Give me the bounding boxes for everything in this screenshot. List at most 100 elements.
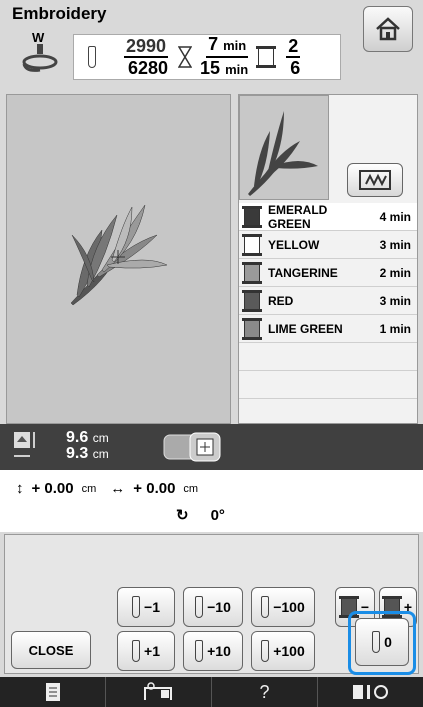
frame-trace-icon (359, 170, 391, 190)
spool-lime-icon (242, 317, 262, 340)
needle-icon (132, 596, 141, 618)
color-total: 6 (290, 58, 301, 78)
help-icon: ? (259, 681, 270, 702)
time-total: 15 (200, 58, 221, 78)
color-name: TANGERINE (268, 265, 338, 280)
stitch-current: 2990 (124, 36, 169, 58)
btn-label: +100 (273, 643, 305, 659)
color-counter: 2 6 (286, 36, 301, 78)
size-unit-w: cm (92, 447, 109, 461)
color-name: LIME GREEN (268, 321, 343, 336)
size-height: 9.6 (66, 429, 89, 446)
settings-icon (352, 685, 388, 699)
plus-10-button[interactable]: +10 (183, 631, 243, 671)
minus-1-button[interactable]: −1 (117, 587, 175, 627)
btn-label: −10 (207, 599, 231, 615)
vertical-offset: + 0.00 (31, 480, 74, 497)
stitch-frame-button[interactable] (347, 163, 403, 197)
color-panel: EMERALD GREEN 4 min YELLOW 3 min TANGERI… (238, 94, 418, 427)
btn-label: −100 (273, 599, 305, 615)
color-row-4[interactable]: RED 3 min (239, 287, 417, 315)
color-current: 2 (286, 36, 301, 58)
embroidery-screen: Embroidery W 2990 6280 7 min 15 min 2 6 … (0, 0, 423, 707)
home-icon (376, 17, 400, 41)
home-button[interactable] (363, 6, 413, 52)
plus-1-button[interactable]: +1 (117, 631, 175, 671)
angle-row: ↻ 0° (176, 506, 225, 525)
color-time: 4 min (379, 209, 411, 224)
sewing-machine-button[interactable] (106, 677, 212, 707)
color-time: 1 min (379, 321, 411, 336)
minus-10-button[interactable]: −10 (183, 587, 243, 627)
foot-label: W (32, 30, 45, 45)
status-strip: W 2990 6280 7 min 15 min 2 6 (8, 30, 342, 84)
time-counter: 7 min 15 min (200, 34, 249, 80)
document-icon (45, 683, 60, 701)
settings-button[interactable] (318, 677, 423, 707)
design-size: 9.6 cm 9.3 cm (66, 430, 109, 462)
offset-row: ↕ + 0.00 cm ↔ + 0.00 cm (16, 480, 198, 497)
horizontal-arrow-icon: ↔ (110, 480, 126, 497)
color-row-empty (239, 371, 417, 399)
color-name: RED (268, 293, 294, 308)
leaf-design-image (70, 204, 168, 306)
presser-foot-icon: W (18, 30, 62, 76)
manual-button[interactable] (0, 677, 106, 707)
reset-to-zero-button[interactable]: 0 (355, 618, 409, 666)
thread-spool-icon (256, 46, 277, 68)
sewing-machine-icon (143, 682, 172, 700)
needle-position-controls: −1 −10 −100 − + CLOSE +1 +10 +100 0 (4, 534, 419, 675)
color-name: EMERALD GREEN (268, 202, 328, 231)
btn-label: −1 (144, 599, 160, 615)
btn-label: +10 (207, 643, 231, 659)
stitch-total: 6280 (128, 58, 169, 78)
time-unit-total: min (225, 62, 249, 77)
needle-icon (261, 596, 270, 618)
needle-icon (195, 596, 204, 618)
embroidery-preview (6, 94, 231, 424)
color-row-2[interactable]: YELLOW 3 min (239, 231, 417, 259)
hourglass-icon (178, 46, 193, 68)
minus-100-button[interactable]: −100 (251, 587, 315, 627)
horizontal-offset: + 0.00 (133, 480, 176, 497)
hoop-icon (162, 432, 232, 462)
thread-color-list: EMERALD GREEN 4 min YELLOW 3 min TANGERI… (239, 203, 417, 427)
time-unit: min (223, 38, 247, 53)
spool-tangerine-icon (242, 261, 262, 284)
rotate-icon: ↻ (176, 507, 189, 524)
page-title: Embroidery (12, 4, 107, 23)
size-info-bar: 9.6 cm 9.3 cm (0, 424, 423, 470)
color-name: YELLOW (268, 237, 320, 252)
design-thumbnail (239, 95, 329, 200)
needle-icon (88, 46, 96, 68)
spool-emerald-icon (242, 205, 262, 228)
plus-100-button[interactable]: +100 (251, 631, 315, 671)
color-row-empty (239, 399, 417, 427)
btn-label: 0 (384, 634, 392, 650)
rotation-angle: 0° (210, 506, 225, 524)
size-width: 9.3 (66, 445, 89, 462)
spool-yellow-icon (242, 233, 262, 256)
needle-icon (195, 640, 204, 662)
needle-icon (372, 631, 381, 653)
color-time: 3 min (379, 293, 411, 308)
vertical-unit: cm (81, 482, 97, 495)
position-info: ↕ + 0.00 cm ↔ + 0.00 cm ↻ 0° (0, 470, 423, 532)
color-time: 2 min (379, 265, 411, 280)
bottom-toolbar: ? (0, 677, 423, 707)
stitch-counter: 2990 6280 (124, 36, 169, 78)
btn-label: +1 (144, 643, 160, 659)
color-time: 3 min (379, 237, 411, 252)
time-current: 7 (208, 34, 219, 54)
color-row-3[interactable]: TANGERINE 2 min (239, 259, 417, 287)
horizontal-unit: cm (183, 482, 199, 495)
close-label: CLOSE (28, 642, 74, 658)
color-row-1[interactable]: EMERALD GREEN 4 min (239, 203, 417, 231)
spool-red-icon (242, 289, 262, 312)
progress-box: 2990 6280 7 min 15 min 2 6 (73, 34, 341, 80)
close-button[interactable]: CLOSE (11, 631, 91, 669)
needle-icon (261, 640, 270, 662)
color-row-5[interactable]: LIME GREEN 1 min (239, 315, 417, 343)
help-button[interactable]: ? (212, 677, 318, 707)
needle-icon (132, 640, 141, 662)
